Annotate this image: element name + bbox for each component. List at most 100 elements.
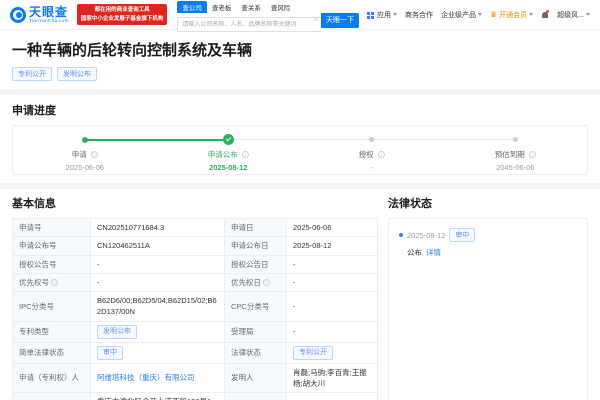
- search-tab-2[interactable]: 查老板: [207, 1, 237, 13]
- table-row: IPC分类号B62D6/00;B62D5/04;B62D15/02;B62D13…: [13, 292, 378, 322]
- search-button[interactable]: 天眼一下: [321, 13, 359, 28]
- field-value: 专利公开: [287, 342, 378, 363]
- nav-account[interactable]: 超级风...: [557, 10, 590, 20]
- field-value: 重庆市渝北区金开大道西段106号1幢1层24号: [91, 393, 225, 400]
- progress-step: 预估到期 2045-06-06: [444, 134, 588, 172]
- field-value: -: [91, 255, 225, 273]
- table-row: 专利类型发明公布受理局-: [13, 321, 378, 342]
- field-label: 法律状态: [225, 342, 287, 363]
- info-icon: [51, 279, 58, 286]
- table-row: 地址重庆市渝北区金开大道西段106号1幢1层24号邮编401121: [13, 393, 378, 400]
- field-value: 401121: [287, 393, 378, 400]
- progress-steps: 申请2025-06-06申请公布2025-08-12授权-预估到期2045-06…: [13, 134, 587, 172]
- legal-action-label: 公布: [407, 247, 422, 258]
- nav-membership-label: 开通会员: [499, 10, 527, 20]
- nav-enterprise-products-label: 企业级产品: [441, 10, 476, 20]
- field-value: 审中: [91, 342, 225, 363]
- progress-section-title: 申请进度: [12, 102, 588, 118]
- field-label: 申请日: [225, 219, 287, 237]
- field-value: CN120462511A: [91, 237, 225, 255]
- progress-dot: [513, 137, 518, 142]
- patent-title-section: 一种车辆的后轮转向控制系统及车辆 专利公开 发明公布: [0, 30, 600, 89]
- field-value: 阿维塔科技（重庆）有限公司: [91, 363, 225, 393]
- legal-entry-detail: 公布详情: [407, 247, 577, 258]
- chevron-down-icon: [529, 13, 533, 16]
- promo-line2: 国家中小企业发展子基金旗下机构: [81, 15, 164, 24]
- field-label: 优先权号: [13, 273, 91, 291]
- chevron-down-icon: [393, 13, 397, 16]
- field-value: -: [287, 321, 378, 342]
- nav-account-label: 超级风...: [557, 10, 584, 20]
- field-label: 授权公告号: [13, 255, 91, 273]
- legal-entry-date: 2025-08-12: [407, 231, 445, 240]
- info-icon: [378, 151, 385, 158]
- notifications-bell[interactable]: [541, 10, 549, 19]
- progress-step-label: 授权: [359, 149, 385, 160]
- bell-icon: [541, 10, 549, 19]
- field-label: IPC分类号: [13, 292, 91, 322]
- field-value: 发明公布: [91, 321, 225, 342]
- detail-link[interactable]: 详情: [426, 247, 441, 258]
- tianyancha-logo[interactable]: 天眼查 TianYanCha.com: [10, 6, 69, 24]
- chevron-down-icon: [586, 13, 590, 16]
- search-input[interactable]: [177, 17, 321, 32]
- field-label: 申请公布日: [225, 237, 287, 255]
- info-icon: [529, 151, 536, 158]
- field-value: -: [287, 255, 378, 273]
- field-label: 优先权日: [225, 273, 287, 291]
- table-row: 申请（专利权）人阿维塔科技（重庆）有限公司发明人肖磊;马驹;李百青;王振杨;胡大…: [13, 363, 378, 393]
- search-tab-1[interactable]: 查公司: [177, 1, 207, 13]
- crown-icon: ♛: [490, 11, 497, 19]
- brand-name: 天眼查: [29, 6, 69, 18]
- progress-step-label: 申请公布: [208, 149, 249, 160]
- field-label: 授权公告日: [225, 255, 287, 273]
- progress-step-date: 2045-06-06: [496, 163, 534, 172]
- field-value: -: [287, 292, 378, 322]
- table-row: 简单法律状态审中 法律状态专利公开: [13, 342, 378, 363]
- field-label: 地址: [13, 393, 91, 400]
- table-row: 授权公告号-授权公告日-: [13, 255, 378, 273]
- field-label: 申请公布号: [13, 237, 91, 255]
- page-title: 一种车辆的后轮转向控制系统及车辆: [12, 39, 588, 60]
- basic-info-section: 基本信息 申请号CN202510771684.3申请日2025-06-06申请公…: [12, 195, 378, 400]
- field-label: 简单法律状态: [13, 342, 91, 363]
- nav-business-coop[interactable]: 商务合作: [405, 10, 433, 20]
- entity-link[interactable]: 阿维塔科技（重庆）有限公司: [97, 373, 195, 382]
- legal-status-tag: 审中: [449, 228, 475, 242]
- legal-status-box: 2025-08-12 审中公布详情: [388, 218, 588, 400]
- patent-tag-public: 专利公开: [12, 67, 52, 81]
- search-tabs: 查公司查老板查关系查风险: [177, 2, 359, 13]
- field-label: CPC分类号: [225, 292, 287, 322]
- legal-entry: 2025-08-12 审中: [399, 228, 577, 242]
- progress-dot: [223, 134, 234, 145]
- progress-step-label: 预估到期: [495, 149, 536, 160]
- search-tab-4[interactable]: 查风险: [266, 1, 296, 13]
- clear-icon[interactable]: ×: [313, 16, 318, 24]
- field-value: CN202510771684.3: [91, 219, 225, 237]
- nav-business-coop-label: 商务合作: [405, 10, 433, 20]
- progress-step-date: 2025-06-06: [66, 163, 104, 172]
- search-tab-3[interactable]: 查关系: [236, 1, 266, 13]
- patent-tag-invention: 发明公布: [57, 67, 97, 81]
- field-value: 2025-08-12: [287, 237, 378, 255]
- nav-enterprise-products[interactable]: 企业级产品: [441, 10, 482, 20]
- progress-step: 申请公布2025-08-12: [157, 134, 301, 172]
- info-icon: [263, 279, 270, 286]
- nav-apps-label: 应用: [377, 10, 391, 20]
- application-progress-section: 申请进度 申请2025-06-06申请公布2025-08-12授权-预估到期20…: [0, 95, 600, 183]
- field-value: 2025-06-06: [287, 219, 378, 237]
- status-tag: 专利公开: [293, 346, 333, 360]
- table-row: 申请公布号CN120462511A申请公布日2025-08-12: [13, 237, 378, 255]
- field-value: -: [287, 273, 378, 291]
- progress-dot: [369, 137, 374, 142]
- nav-apps[interactable]: 应用: [367, 10, 397, 20]
- field-label: 发明人: [225, 363, 287, 393]
- status-tag: 审中: [97, 346, 123, 360]
- main-content: 基本信息 申请号CN202510771684.3申请日2025-06-06申请公…: [0, 189, 600, 400]
- field-label: 申请号: [13, 219, 91, 237]
- status-tag: 发明公布: [97, 325, 137, 339]
- progress-timeline-box: 申请2025-06-06申请公布2025-08-12授权-预估到期2045-06…: [12, 125, 588, 175]
- top-header: 天眼查 TianYanCha.com 都在用的商业查询工具 国家中小企业发展子基…: [0, 0, 600, 30]
- nav-membership[interactable]: ♛ 开通会员: [490, 10, 533, 20]
- field-value: 肖磊;马驹;李百青;王振杨;胡大川: [287, 363, 378, 393]
